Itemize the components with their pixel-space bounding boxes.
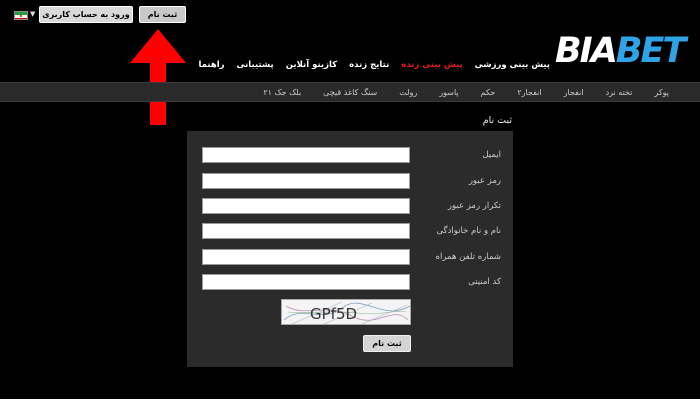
security-code-label: کد امنیتی (468, 277, 501, 287)
main-nav: پیش بینی ورزشی پیش بینی زنده نتایج زنده … (198, 60, 550, 74)
captcha-text: GPf5D (310, 305, 357, 323)
fullname-field[interactable] (202, 223, 410, 239)
subnav-crash2[interactable]: انفجار۲ (506, 88, 552, 97)
password-repeat-field[interactable] (202, 198, 410, 214)
subnav-pasoor[interactable]: پاسور (428, 88, 469, 97)
submit-register-button[interactable]: ثبت نام (363, 335, 411, 352)
fullname-label: نام و نام خانوادگی (436, 226, 501, 236)
logo-part-bia: BIA (555, 31, 618, 71)
chevron-down-icon[interactable]: ▼ (30, 10, 35, 18)
language-flag-icon[interactable] (14, 11, 28, 20)
subnav-backgammon[interactable]: تخته نرد (595, 88, 644, 97)
captcha-image: GPf5D (281, 299, 411, 325)
nav-live-results[interactable]: نتایج زنده (349, 60, 389, 74)
phone-label: شماره تلفن همراه (435, 252, 501, 262)
nav-support[interactable]: پشتیبانی (237, 60, 274, 74)
nav-help[interactable]: راهنما (198, 60, 224, 74)
password-label: رمز عبور (468, 176, 501, 186)
subnav-poker[interactable]: پوکر (643, 88, 680, 97)
password-repeat-label: تکرار رمز عبور (447, 201, 501, 211)
email-field[interactable] (202, 147, 410, 163)
subnav-crash[interactable]: انفجار (553, 88, 595, 97)
games-subnav: پوکر تخته نرد انفجار انفجار۲ حکم پاسور ر… (0, 82, 700, 102)
subnav-rock-paper-scissors[interactable]: سنگ کاغذ قیچی (312, 88, 388, 97)
subnav-blackjack[interactable]: بلک جک ۲۱ (252, 88, 312, 97)
subnav-roulette[interactable]: رولت (388, 88, 428, 97)
phone-field[interactable] (202, 249, 410, 265)
page-title: ثبت نام (482, 115, 512, 126)
logo-part-bet: BET (615, 31, 686, 71)
register-button-top[interactable]: ثبت نام (139, 6, 186, 23)
red-arrow-icon (130, 29, 186, 125)
login-button[interactable]: ورود به حساب کاربری (39, 6, 133, 23)
registration-form: ایمیل رمز عبور تکرار رمز عبور نام و نام … (187, 131, 513, 367)
email-label: ایمیل (482, 150, 501, 160)
nav-live-betting[interactable]: پیش بینی زنده (401, 60, 462, 74)
password-field[interactable] (202, 173, 410, 189)
biabet-logo[interactable]: BIABET (555, 32, 687, 70)
nav-sports-betting[interactable]: پیش بینی ورزشی (475, 60, 550, 74)
subnav-hokm[interactable]: حکم (470, 88, 507, 97)
security-code-field[interactable] (202, 274, 410, 290)
nav-online-casino[interactable]: کازینو آنلاین (286, 60, 337, 74)
